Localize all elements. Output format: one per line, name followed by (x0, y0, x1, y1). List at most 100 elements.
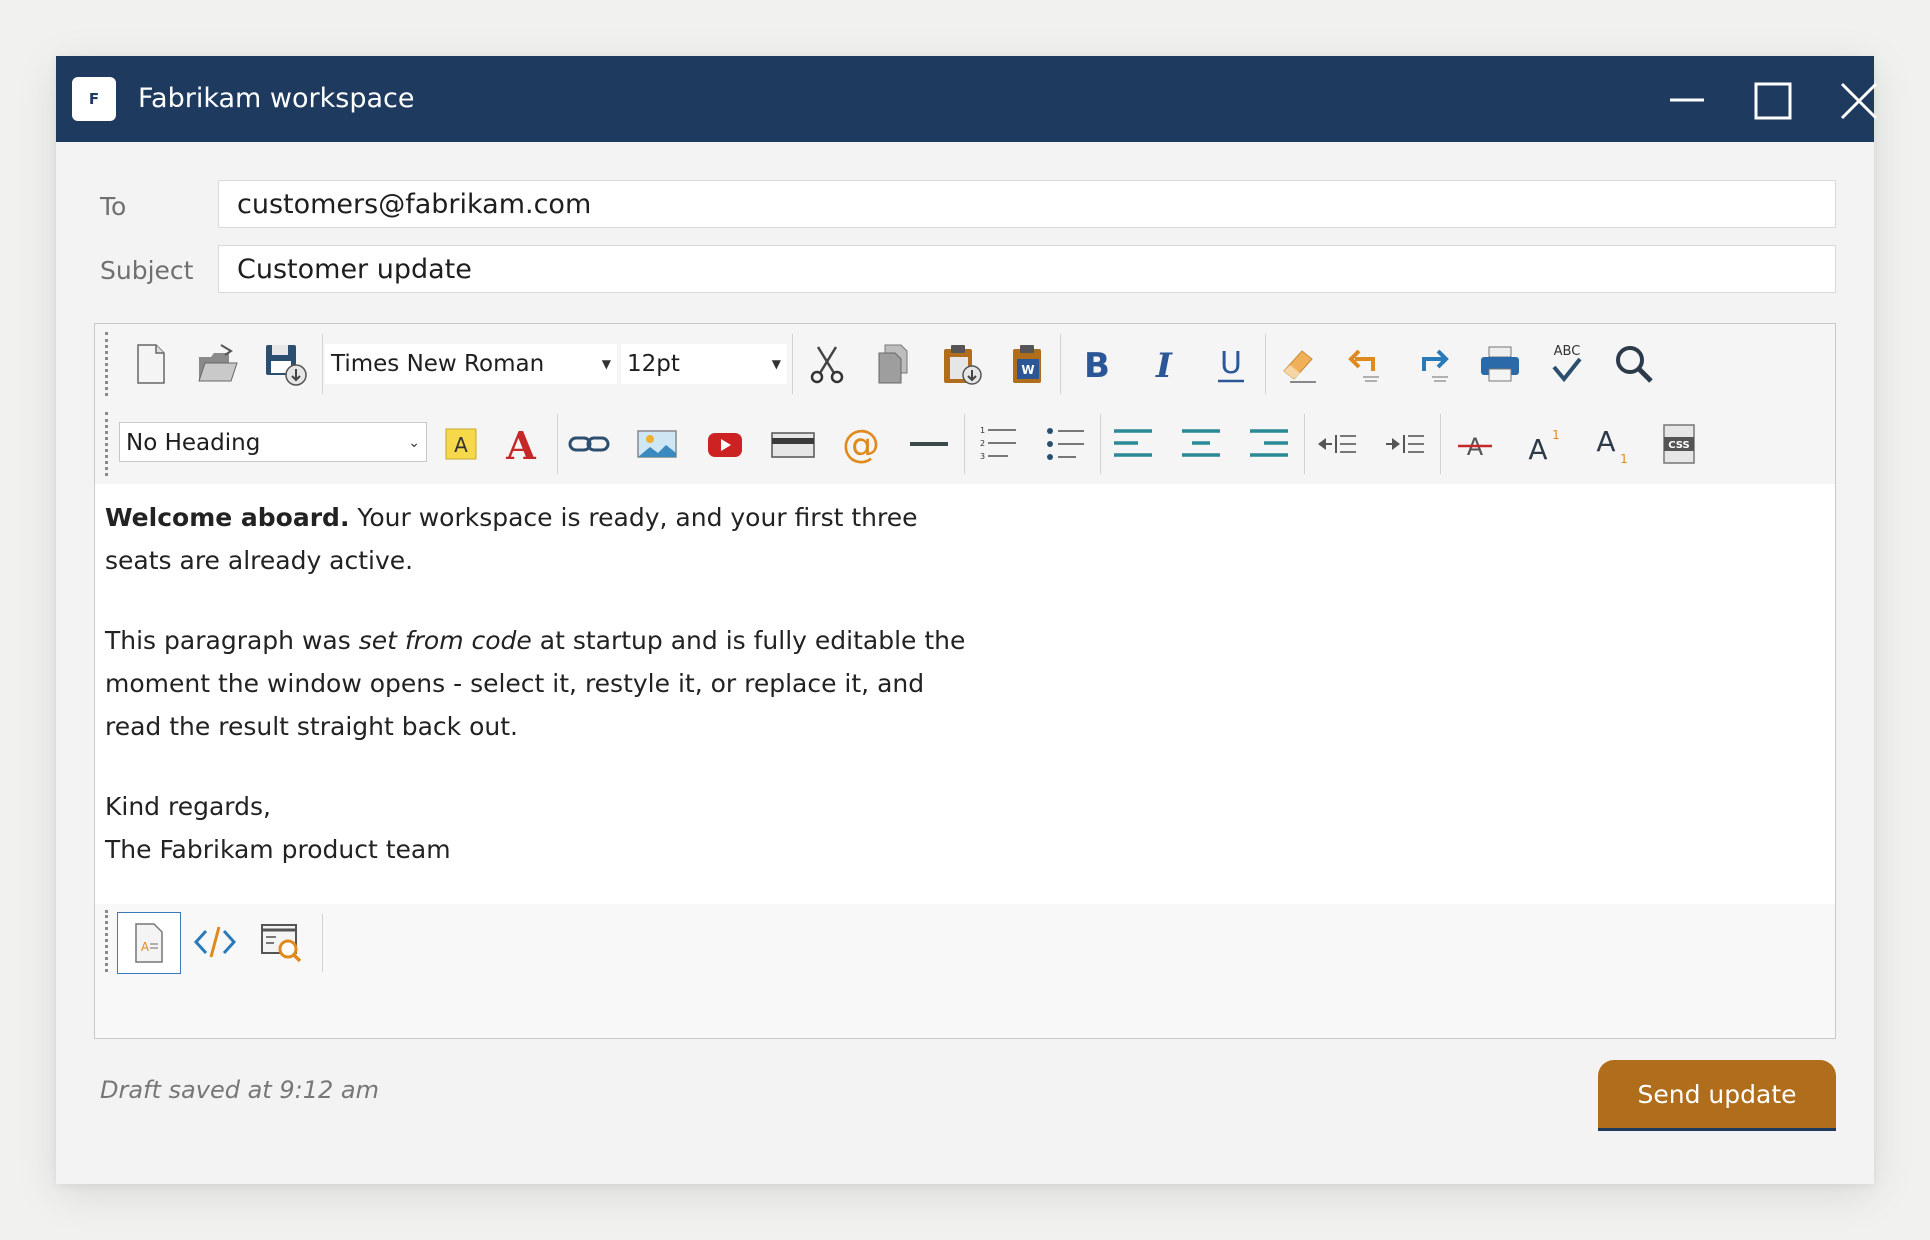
toolbar-grip[interactable] (105, 332, 108, 396)
table-icon (771, 432, 815, 458)
svg-text:2: 2 (980, 439, 985, 448)
toolbar-separator (792, 334, 793, 394)
superscript-letter: A (1528, 433, 1547, 466)
paste-button[interactable] (935, 338, 987, 390)
preview-icon (261, 924, 302, 963)
superscript-icon: A 1 (1528, 428, 1560, 466)
subject-field[interactable] (218, 245, 1836, 293)
subject-label: Subject (100, 256, 194, 285)
close-icon (1840, 82, 1878, 120)
open-button[interactable] (192, 338, 244, 390)
toolbar-row-1: Times New Roman ▼ 12pt ▼ W B I U ABC (95, 324, 1835, 404)
print-button[interactable] (1474, 338, 1526, 390)
toolbar-grip[interactable] (105, 910, 108, 972)
editor-content[interactable]: Welcome aboard. Your workspace is ready,… (95, 484, 1835, 904)
chevron-down-icon: ▼ (601, 357, 611, 371)
superscript-button[interactable]: A 1 (1517, 418, 1569, 470)
title-bar: F Fabrikam workspace (56, 56, 1878, 142)
code-view-tab[interactable] (189, 916, 241, 968)
toolbar-separator (322, 914, 323, 972)
toolbar-separator (557, 414, 558, 474)
toolbar-separator (1100, 414, 1101, 474)
highlight-color-button[interactable]: A (435, 418, 487, 470)
design-view-tab[interactable]: A (117, 912, 181, 974)
insert-horizontal-rule-button[interactable] (903, 418, 955, 470)
bulleted-list-button[interactable] (1039, 418, 1091, 470)
at-symbol-text: @ (842, 422, 880, 466)
insert-symbol-button[interactable]: @ (835, 418, 887, 470)
svg-text:A: A (141, 940, 150, 954)
align-center-button[interactable] (1175, 418, 1227, 470)
font-size-dropdown[interactable]: 12pt ▼ (621, 344, 787, 384)
find-button[interactable] (1608, 338, 1660, 390)
cut-button[interactable] (801, 338, 853, 390)
bold-icon: B (1084, 346, 1110, 386)
code-paragraph-text: at startup and is fully editable the (531, 626, 966, 655)
spellcheck-button[interactable]: ABC (1541, 338, 1593, 390)
send-update-button[interactable]: Send update (1598, 1060, 1836, 1128)
numbered-list-button[interactable]: 1 2 3 (971, 418, 1023, 470)
italic-button[interactable]: I (1138, 338, 1190, 390)
clear-formatting-button[interactable] (1273, 338, 1325, 390)
svg-text:1: 1 (980, 426, 985, 435)
outdent-button[interactable] (1311, 418, 1363, 470)
paste-from-word-button[interactable]: W (1002, 338, 1054, 390)
copy-button[interactable] (868, 338, 920, 390)
eraser-icon (1283, 350, 1316, 383)
rich-text-editor: Times New Roman ▼ 12pt ▼ W B I U ABC No … (94, 323, 1836, 1039)
strikethrough-button[interactable]: A (1449, 418, 1501, 470)
welcome-text-line-2: seats are already active. (105, 546, 414, 575)
font-color-letter: A (505, 423, 536, 468)
indent-button[interactable] (1379, 418, 1431, 470)
toolbar-grip[interactable] (105, 412, 108, 476)
copy-icon (878, 344, 908, 384)
heading-dropdown[interactable]: No Heading ⌄ (119, 422, 427, 462)
close-button[interactable] (1830, 72, 1886, 128)
align-left-button[interactable] (1107, 418, 1159, 470)
design-view-icon: A (135, 923, 163, 963)
bold-button[interactable]: B (1071, 338, 1123, 390)
code-view-icon (193, 926, 237, 958)
minimize-icon (1670, 98, 1704, 102)
insert-table-button[interactable] (767, 418, 819, 470)
new-document-icon (137, 344, 165, 384)
welcome-text: Your workspace is ready, and your first … (349, 503, 918, 532)
numbered-list-icon: 1 2 3 (980, 426, 1016, 461)
font-size-value: 12pt (627, 351, 680, 377)
save-button[interactable] (259, 338, 311, 390)
new-document-button[interactable] (125, 338, 177, 390)
font-family-dropdown[interactable]: Times New Roman ▼ (325, 344, 617, 384)
insert-image-button[interactable] (631, 418, 683, 470)
at-symbol-icon: @ (842, 422, 880, 466)
chevron-down-icon: ⌄ (408, 435, 420, 451)
word-badge-text: W (1021, 363, 1034, 377)
subscript-icon: A 1 (1596, 425, 1627, 466)
css-button[interactable]: CSS (1653, 418, 1705, 470)
minimize-button[interactable] (1658, 72, 1714, 128)
signoff-line: Kind regards, (105, 792, 271, 821)
maximize-button[interactable] (1744, 72, 1800, 128)
heading-value: No Heading (126, 430, 261, 456)
preview-tab[interactable] (255, 916, 307, 968)
css-label: CSS (1668, 440, 1689, 451)
undo-button[interactable] (1340, 338, 1392, 390)
to-field[interactable] (218, 180, 1836, 228)
cut-icon (810, 346, 844, 384)
indent-icon (1386, 435, 1424, 453)
redo-button[interactable] (1407, 338, 1459, 390)
insert-video-button[interactable] (699, 418, 751, 470)
superscript-mark: 1 (1552, 428, 1560, 442)
redo-icon (1422, 349, 1449, 382)
paragraph-welcome: Welcome aboard. Your workspace is ready,… (105, 496, 1825, 539)
align-right-button[interactable] (1243, 418, 1295, 470)
font-color-button[interactable]: A (495, 418, 547, 470)
spellcheck-text: ABC (1554, 344, 1581, 359)
insert-link-button[interactable] (563, 418, 615, 470)
find-icon (1616, 346, 1653, 383)
print-icon (1481, 346, 1519, 382)
svg-text:B: B (1084, 346, 1110, 386)
save-icon (266, 345, 307, 386)
subscript-button[interactable]: A 1 (1585, 418, 1637, 470)
align-center-icon (1182, 429, 1220, 457)
underline-button[interactable]: U (1205, 338, 1257, 390)
